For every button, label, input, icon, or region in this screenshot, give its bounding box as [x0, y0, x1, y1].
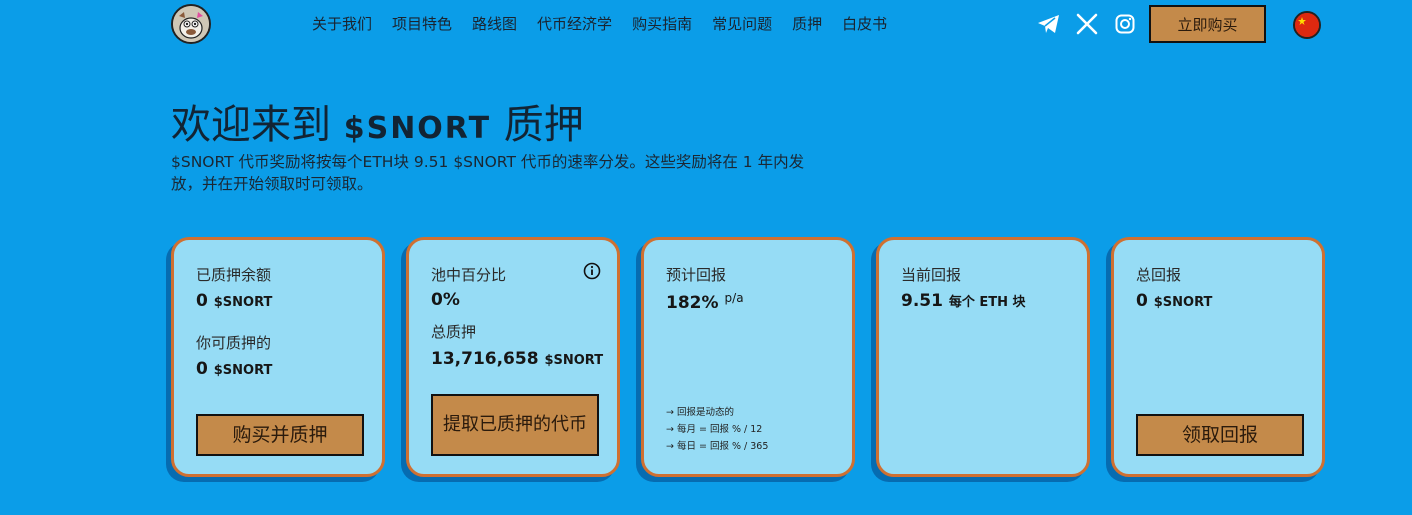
page-title: 欢迎来到 $SNORT 质押 [171, 92, 584, 150]
staked-balance-unit: $SNORT [213, 295, 273, 310]
nav-item-roadmap[interactable]: 路线图 [472, 13, 517, 34]
estimated-return-amount: 182% [666, 293, 719, 313]
estimated-return-card: 预计回报 182% p/a → 回报是动态的 → 每月 = 回报 % / 12 →… [641, 237, 855, 477]
claim-rewards-button[interactable]: 领取回报 [1136, 414, 1304, 456]
nav-item-whitepaper[interactable]: 白皮书 [842, 13, 887, 34]
total-staked-amount: 13,716,658 [431, 349, 539, 369]
title-prefix: 欢迎来到 [171, 102, 331, 148]
total-staked-label: 总质押 [431, 323, 477, 341]
current-return-unit: 每个 ETH 块 [948, 295, 1026, 310]
stakable-label: 你可质押的 [196, 334, 272, 352]
return-note-dynamic: → 回报是动态的 [666, 407, 734, 418]
current-return-card: 当前回报 9.51 每个 ETH 块 [876, 237, 1090, 477]
stakable-unit: $SNORT [213, 363, 273, 378]
staked-balance-value: 0 $SNORT [196, 291, 272, 311]
nav-item-features[interactable]: 项目特色 [392, 13, 452, 34]
total-rewards-card: 总回报 0 $SNORT 领取回报 [1111, 237, 1325, 477]
nav-item-about[interactable]: 关于我们 [312, 13, 372, 34]
current-return-amount: 9.51 [901, 291, 943, 311]
total-rewards-value: 0 $SNORT [1136, 291, 1212, 311]
instagram-icon[interactable] [1113, 12, 1137, 36]
nav-item-faq[interactable]: 常见问题 [712, 13, 772, 34]
staked-balance-amount: 0 [196, 291, 208, 311]
main-menu: 关于我们 项目特色 路线图 代币经济学 购买指南 常见问题 质押 白皮书 [312, 13, 887, 34]
estimated-return-suffix: p/a [724, 291, 744, 305]
withdraw-staked-button[interactable]: 提取已质押的代币 [431, 394, 599, 456]
stakable-value: 0 $SNORT [196, 359, 272, 379]
total-staked-value: 13,716,658 $SNORT [431, 349, 603, 369]
social-links [1037, 12, 1137, 36]
total-staked-unit: $SNORT [544, 353, 604, 368]
staked-balance-label: 已质押余额 [196, 266, 272, 284]
nav-item-how-to-buy[interactable]: 购买指南 [632, 13, 692, 34]
buy-and-stake-button[interactable]: 购买并质押 [196, 414, 364, 456]
total-rewards-unit: $SNORT [1153, 295, 1213, 310]
page-subtitle: $SNORT 代币奖励将按每个ETH块 9.51 $SNORT 代币的速率分发。… [171, 153, 805, 193]
estimated-return-value: 182% p/a [666, 291, 744, 313]
current-return-value: 9.51 每个 ETH 块 [901, 291, 1026, 311]
buy-now-button[interactable]: 立即购买 [1149, 5, 1266, 43]
current-return-label: 当前回报 [901, 266, 962, 284]
china-flag-icon[interactable] [1293, 11, 1321, 39]
nav-item-tokenomics[interactable]: 代币经济学 [537, 13, 612, 34]
pool-percentage-card: 池中百分比 0% 总质押 13,716,658 $SNORT 提取已质押的代币 [406, 237, 620, 477]
telegram-icon[interactable] [1037, 12, 1061, 36]
title-brand: $SNORT [343, 111, 492, 146]
return-note-monthly: → 每月 = 回报 % / 12 [666, 424, 763, 435]
total-rewards-amount: 0 [1136, 291, 1148, 311]
staked-balance-card: 已质押余额 0 $SNORT 你可质押的 0 $SNORT 购买并质押 [171, 237, 385, 477]
stakable-amount: 0 [196, 359, 208, 379]
estimated-return-label: 预计回报 [666, 266, 727, 284]
logo-icon[interactable] [171, 4, 211, 44]
pool-percentage-value: 0% [431, 290, 460, 310]
return-note-daily: → 每日 = 回报 % / 365 [666, 441, 769, 452]
info-icon[interactable] [583, 262, 601, 280]
nav-item-staking[interactable]: 质押 [792, 13, 822, 34]
total-rewards-label: 总回报 [1136, 266, 1182, 284]
x-icon[interactable] [1075, 12, 1099, 36]
title-suffix: 质押 [503, 102, 584, 148]
top-nav: 关于我们 项目特色 路线图 代币经济学 购买指南 常见问题 质押 白皮书 立即购… [0, 0, 1412, 48]
pool-percentage-label: 池中百分比 [431, 266, 507, 284]
